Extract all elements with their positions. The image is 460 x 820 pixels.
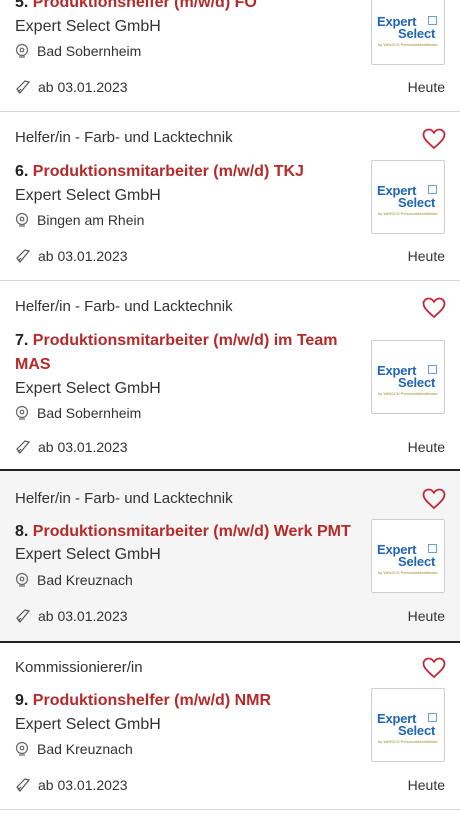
start-date: ab 03.01.2023 xyxy=(15,248,128,264)
logo-box-icon xyxy=(428,713,437,722)
job-title[interactable]: 9. Produktionshelfer (m/w/d) NMR xyxy=(15,689,345,713)
posted-date: Heute xyxy=(407,248,445,264)
company-logo: Expert Select by WINSCH Personaldienstle… xyxy=(371,519,445,593)
start-date: ab 03.01.2023 xyxy=(15,608,128,624)
heart-outline-icon[interactable] xyxy=(422,128,446,150)
company-name: Expert Select GmbH xyxy=(15,18,161,35)
job-title[interactable]: 7. Produktionsmitarbeiter (m/w/d) im Tea… xyxy=(15,329,340,377)
job-card-5[interactable]: 5. Produktionshelfer (m/w/d) FO Expert S… xyxy=(0,0,460,111)
posted-date: Heute xyxy=(407,439,445,455)
job-title[interactable]: 8. Produktionsmitarbeiter (m/w/d) Werk P… xyxy=(15,520,355,544)
start-date: ab 03.01.2023 xyxy=(15,79,128,95)
location-pin-icon xyxy=(15,43,29,58)
logo-box-icon xyxy=(428,544,437,553)
job-location: Bad Sobernheim xyxy=(15,43,141,59)
job-category: Helfer/in - Farb- und Lacktechnik xyxy=(15,490,233,507)
rocket-icon xyxy=(16,440,31,454)
company-name: Expert Select GmbH xyxy=(15,187,161,204)
job-location: Bad Kreuznach xyxy=(15,741,133,757)
company-logo: Expert Select by WINSCH Personaldienstle… xyxy=(371,340,445,414)
logo-box-icon xyxy=(428,16,437,25)
rocket-icon xyxy=(16,609,31,623)
heart-outline-icon[interactable] xyxy=(422,297,446,319)
job-card-9[interactable]: Kommissionierer/in 9. Produktionshelfer … xyxy=(0,643,460,809)
logo-box-icon xyxy=(428,365,437,374)
job-card-7[interactable]: Helfer/in - Farb- und Lacktechnik 7. Pro… xyxy=(0,281,460,469)
heart-outline-icon[interactable] xyxy=(422,488,446,510)
company-logo: Expert Select by WINSCH Personaldienstle… xyxy=(371,160,445,234)
start-date: ab 03.01.2023 xyxy=(15,777,128,793)
divider xyxy=(0,809,460,810)
job-card-6[interactable]: Helfer/in - Farb- und Lacktechnik 6. Pro… xyxy=(0,112,460,280)
heart-outline-icon[interactable] xyxy=(422,657,446,679)
job-title[interactable]: 5. Produktionshelfer (m/w/d) FO xyxy=(15,0,345,15)
location-pin-icon xyxy=(15,572,29,587)
company-name: Expert Select GmbH xyxy=(15,716,161,733)
location-pin-icon xyxy=(15,405,29,420)
posted-date: Heute xyxy=(407,777,445,793)
job-card-8[interactable]: Helfer/in - Farb- und Lacktechnik 8. Pro… xyxy=(0,471,460,641)
job-location: Bingen am Rhein xyxy=(15,212,144,228)
job-location: Bad Sobernheim xyxy=(15,405,141,421)
location-pin-icon xyxy=(15,741,29,756)
company-name: Expert Select GmbH xyxy=(15,546,161,563)
company-name: Expert Select GmbH xyxy=(15,380,161,397)
job-category: Helfer/in - Farb- und Lacktechnik xyxy=(15,298,233,315)
job-title[interactable]: 6. Produktionsmitarbeiter (m/w/d) TKJ xyxy=(15,160,345,184)
posted-date: Heute xyxy=(407,79,445,95)
posted-date: Heute xyxy=(407,608,445,624)
company-logo: Expert Select by WINSCH Personaldienstle… xyxy=(371,0,445,65)
rocket-icon xyxy=(16,778,31,792)
location-pin-icon xyxy=(15,212,29,227)
job-location: Bad Kreuznach xyxy=(15,572,133,588)
logo-box-icon xyxy=(428,185,437,194)
rocket-icon xyxy=(16,80,31,94)
rocket-icon xyxy=(16,249,31,263)
company-logo: Expert Select by WINSCH Personaldienstle… xyxy=(371,688,445,762)
job-category: Kommissionierer/in xyxy=(15,659,143,676)
job-category: Helfer/in - Farb- und Lacktechnik xyxy=(15,129,233,146)
start-date: ab 03.01.2023 xyxy=(15,439,128,455)
